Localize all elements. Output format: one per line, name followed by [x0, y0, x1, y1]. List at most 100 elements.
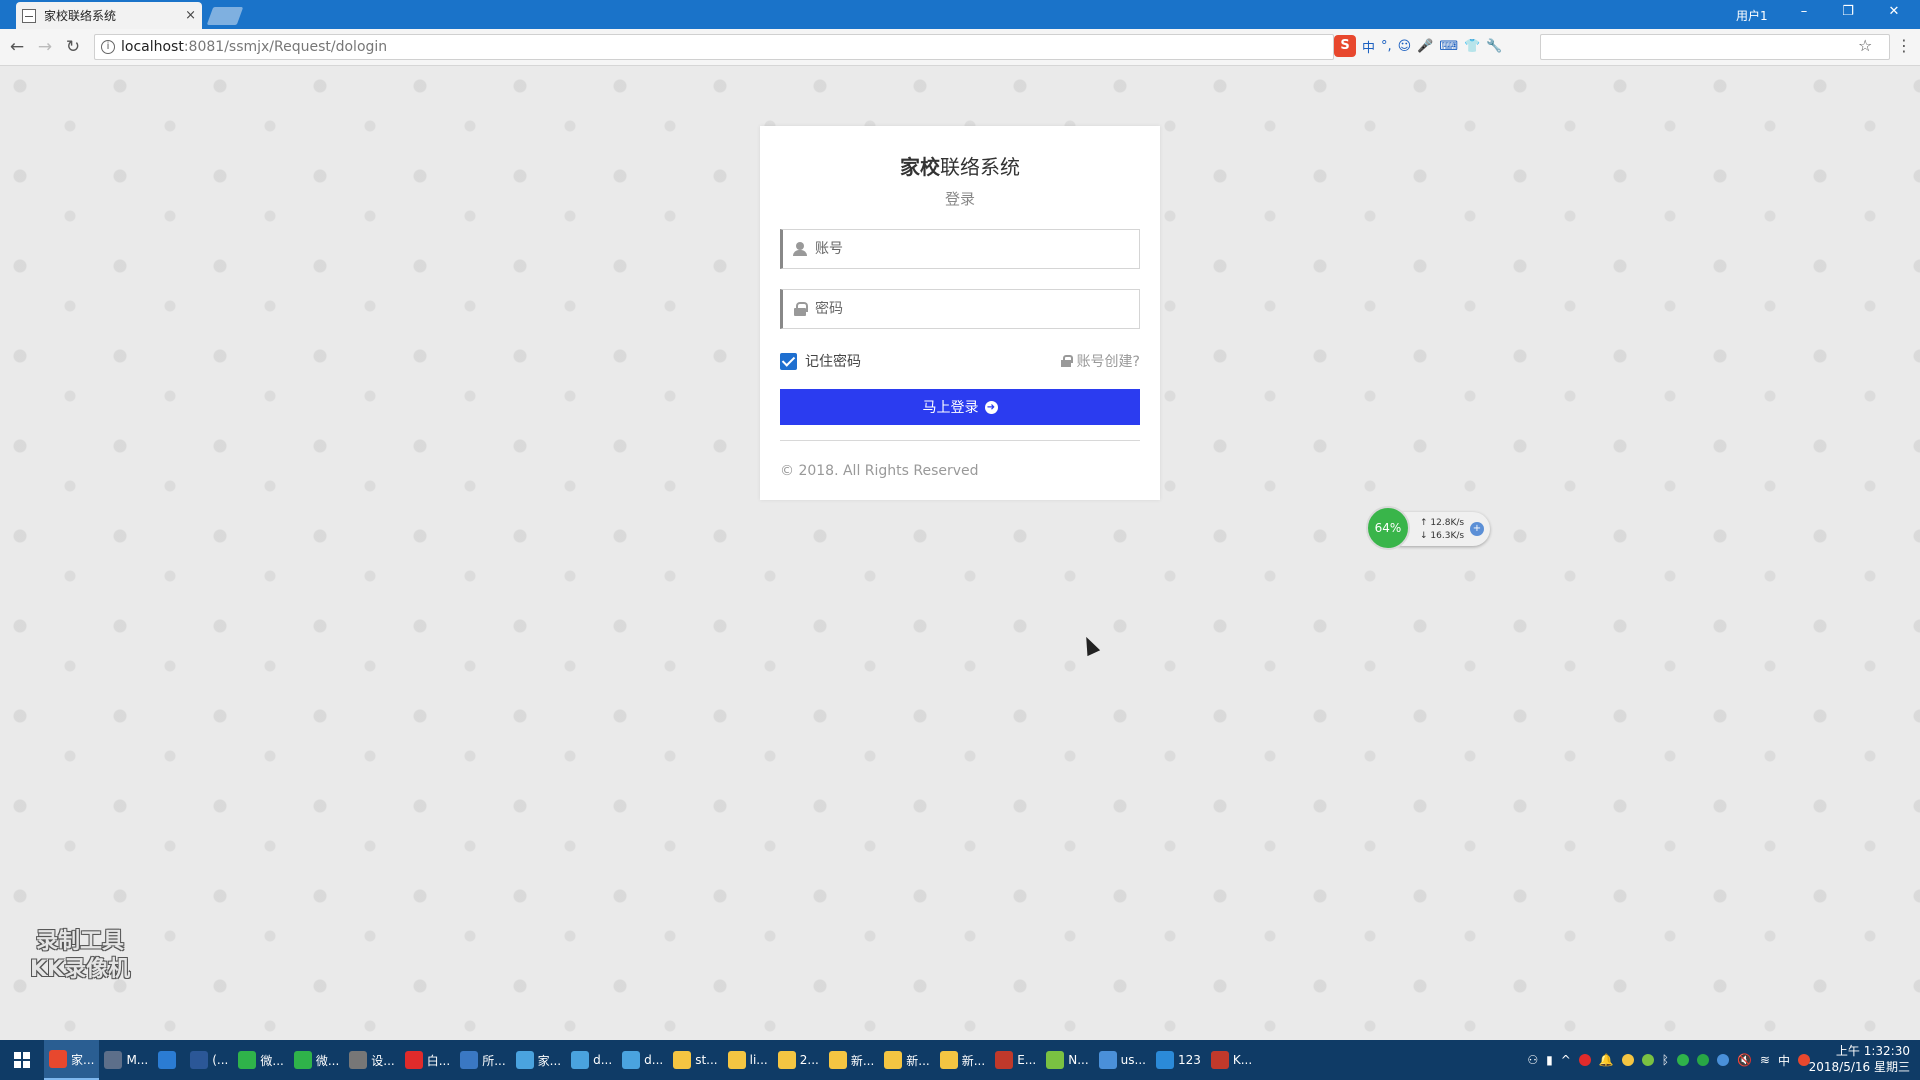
restore-icon[interactable]: ❐ [1838, 4, 1858, 19]
taskbar-item[interactable]: 家... [511, 1040, 566, 1080]
wifi-icon[interactable]: ≋ [1760, 1053, 1770, 1067]
remember-checkbox[interactable] [780, 352, 797, 370]
taskbar-item-label: 新... [850, 1053, 875, 1068]
taskbar-item-label: 微... [315, 1053, 340, 1068]
taskbar-item[interactable]: 2... [773, 1040, 824, 1080]
app-icon [884, 1051, 903, 1069]
app-icon [673, 1051, 692, 1069]
app-icon [828, 1051, 847, 1069]
taskbar-item[interactable] [153, 1040, 185, 1080]
taskbar-item[interactable]: 所... [455, 1040, 510, 1080]
profile-label[interactable]: 用户1 [1736, 7, 1768, 24]
ime-voice-icon[interactable]: 🎤 [1417, 39, 1433, 54]
system-title: 家校联络系统 [780, 151, 1140, 180]
address-bar-extension[interactable] [1540, 34, 1890, 60]
taskbar-item[interactable]: 设... [344, 1040, 399, 1080]
taskbar-item-label: 新... [961, 1053, 986, 1068]
password-field[interactable] [780, 289, 1140, 329]
battery-icon[interactable]: ▮ [1546, 1053, 1553, 1067]
show-hidden-icons[interactable]: ^ [1561, 1053, 1571, 1067]
close-window-icon[interactable]: ✕ [1884, 4, 1904, 19]
boost-icon[interactable]: + [1470, 522, 1484, 536]
app-icon [49, 1050, 67, 1068]
app-tray-icon[interactable] [1641, 1054, 1654, 1066]
bluetooth-icon[interactable]: ᛒ [1662, 1053, 1669, 1067]
address-bar[interactable]: i localhost:8081/ssmjx/Request/dologin [94, 34, 1334, 60]
system-title-bold: 家校 [900, 155, 940, 179]
app-icon [1046, 1051, 1065, 1069]
new-tab-button[interactable] [206, 7, 244, 25]
taskbar-item[interactable]: 新... [824, 1040, 879, 1080]
taskbar-item[interactable]: M... [99, 1040, 153, 1080]
app-tray-icon[interactable] [1578, 1054, 1591, 1066]
app-tray-icon[interactable] [1696, 1054, 1709, 1066]
url-path: :8081/ssmjx/Request/dologin [183, 39, 388, 55]
taskbar-item[interactable]: 白... [400, 1040, 455, 1080]
url-text: localhost:8081/ssmjx/Request/dologin [121, 39, 387, 55]
login-button[interactable]: 马上登录 ➜ [780, 389, 1140, 425]
reload-icon[interactable]: ↻ [62, 37, 84, 57]
ime-chinese-icon[interactable]: 中 [1362, 37, 1375, 56]
people-icon[interactable]: ⚇ [1527, 1053, 1538, 1067]
app-icon [293, 1051, 312, 1069]
bookmark-star-icon[interactable]: ☆ [1858, 36, 1872, 55]
taskbar-item[interactable]: st... [668, 1040, 722, 1080]
taskbar-item-label: us... [1120, 1053, 1146, 1067]
browser-menu-icon[interactable]: ⋮ [1896, 36, 1912, 55]
taskbar-item[interactable]: 家... [44, 1040, 100, 1080]
taskbar-item[interactable]: 新... [879, 1040, 934, 1080]
taskbar-item[interactable]: 123 [1151, 1040, 1206, 1080]
taskbar-item[interactable]: d... [617, 1040, 668, 1080]
username-field[interactable] [780, 229, 1140, 269]
ime-skin-icon[interactable]: 👕 [1464, 39, 1480, 54]
taskbar-item[interactable]: E... [990, 1040, 1041, 1080]
taskbar-item[interactable]: 新... [935, 1040, 990, 1080]
notification-bell-icon[interactable]: 🔔 [1599, 1053, 1614, 1067]
wechat-tray-icon[interactable] [1676, 1054, 1689, 1066]
memory-percent[interactable]: 64% [1366, 506, 1410, 550]
ime-punctuation-icon[interactable]: °, [1381, 39, 1392, 54]
taskbar-item[interactable]: li... [723, 1040, 773, 1080]
app-tray-icon[interactable] [1621, 1054, 1634, 1066]
browser-toolbar: ← → ↻ i localhost:8081/ssmjx/Request/dol… [0, 29, 1920, 66]
app-icon [1210, 1051, 1229, 1069]
taskbar-item-label: d... [644, 1053, 664, 1067]
ime-emoji-icon[interactable]: ☺ [1398, 39, 1412, 54]
taskbar-item[interactable]: N... [1041, 1040, 1093, 1080]
browser-tab[interactable]: 家校联络系统 × [16, 2, 202, 29]
taskbar-item[interactable]: 微... [233, 1040, 288, 1080]
info-icon[interactable]: i [101, 40, 115, 54]
taskbar-item-label: 123 [1177, 1053, 1201, 1067]
taskbar-item[interactable]: (... [185, 1040, 233, 1080]
watermark-line1: 录制工具 [36, 929, 125, 954]
system-clock[interactable]: 上午 1:32:30 2018/5/16 星期三 [1809, 1043, 1910, 1075]
ime-keyboard-icon[interactable]: ⌨ [1439, 39, 1458, 54]
ime-tools-icon[interactable]: 🔧 [1486, 39, 1502, 54]
username-input[interactable] [815, 241, 1115, 257]
app-tray-icon[interactable] [1716, 1054, 1729, 1066]
input-language[interactable]: 中 [1778, 1052, 1790, 1069]
volume-muted-icon[interactable]: 🔇 [1737, 1053, 1752, 1067]
mouse-cursor-icon [1079, 633, 1101, 657]
taskbar-item-label: E... [1017, 1053, 1037, 1067]
create-account-link[interactable]: 账号创建? [1060, 351, 1140, 371]
password-input[interactable] [815, 301, 1115, 317]
taskbar-item[interactable]: d... [566, 1040, 617, 1080]
taskbar-item[interactable]: 微... [289, 1040, 344, 1080]
minimize-icon[interactable]: – [1794, 4, 1814, 19]
back-icon[interactable]: ← [6, 37, 28, 57]
sogou-logo-icon[interactable]: S [1334, 35, 1356, 57]
system-title-rest: 联络系统 [940, 155, 1020, 179]
taskbar-item-label: 设... [371, 1053, 395, 1068]
start-button[interactable] [0, 1040, 44, 1080]
copyright-text: © 2018. All Rights Reserved [780, 463, 979, 479]
taskbar-apps: 家... M... (... 微... 微... 设... 白... 所... 家... d...… [44, 1040, 1257, 1080]
network-speed-widget[interactable]: 64% ↑ 12.8K/s ↓ 16.3K/s + [1366, 506, 1492, 550]
close-tab-icon[interactable]: × [185, 8, 196, 23]
forward-icon[interactable]: → [34, 37, 56, 57]
remember-password[interactable]: 记住密码 [780, 351, 861, 371]
taskbar-item[interactable]: K... [1206, 1040, 1257, 1080]
url-host: localhost [121, 39, 184, 55]
taskbar-item-label: 2... [799, 1053, 819, 1067]
taskbar-item[interactable]: us... [1094, 1040, 1151, 1080]
